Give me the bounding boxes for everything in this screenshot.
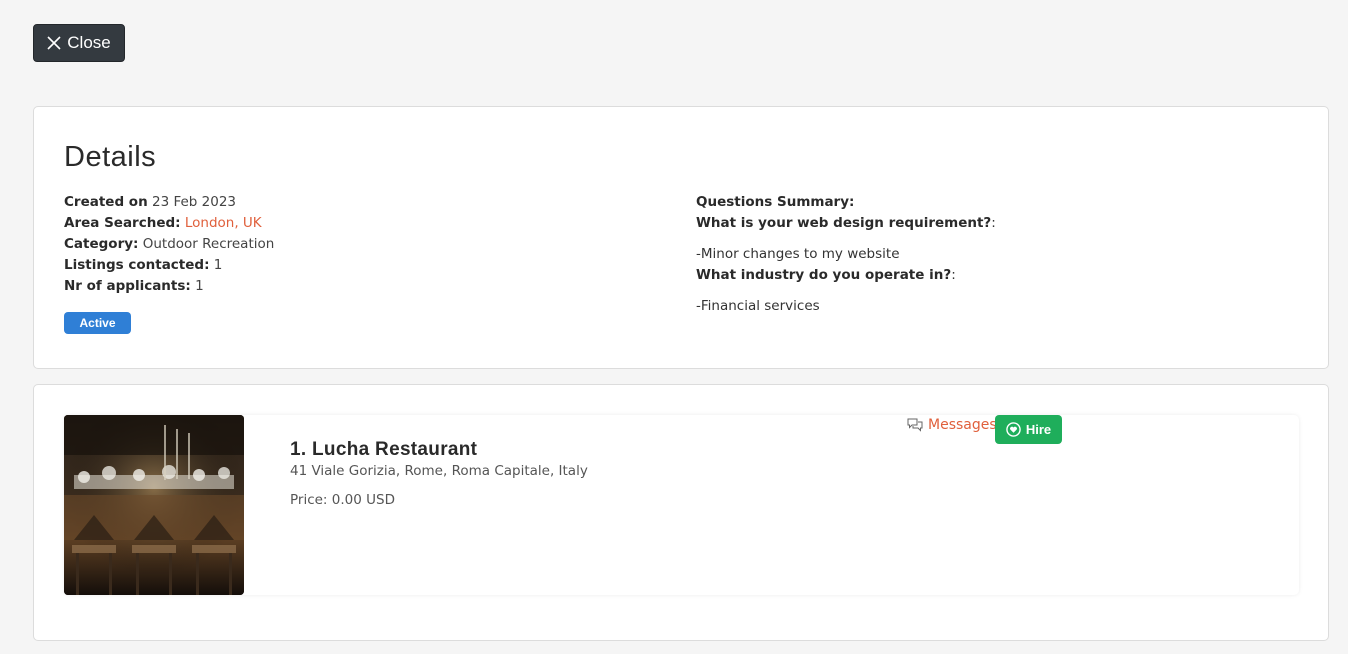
question-1-suffix: : xyxy=(991,215,996,231)
chat-icon xyxy=(907,418,923,432)
created-row: Created on 23 Feb 2023 xyxy=(64,192,274,213)
hire-button[interactable]: Hire xyxy=(995,415,1062,444)
details-card: Details Created on 23 Feb 2023 Area Sear… xyxy=(33,106,1329,369)
answer-2: -Financial services xyxy=(696,298,820,314)
details-title: Details xyxy=(64,141,157,173)
answer-1: -Minor changes to my website xyxy=(696,246,900,262)
questions-summary: Questions Summary: What is your web desi… xyxy=(696,192,996,317)
listing-name[interactable]: 1. Lucha Restaurant xyxy=(290,439,477,461)
created-label: Created on xyxy=(64,194,148,210)
question-2-suffix: : xyxy=(951,267,956,283)
listing-image[interactable] xyxy=(64,415,244,595)
listings-label: Listings contacted: xyxy=(64,257,210,273)
listing-item: 1. Lucha Restaurant 41 Viale Gorizia, Ro… xyxy=(64,415,1299,595)
close-icon xyxy=(47,36,61,50)
applicants-label: Nr of applicants: xyxy=(64,278,191,294)
messages-link[interactable]: Messages xyxy=(907,417,997,433)
listing-price: Price: 0.00 USD xyxy=(290,492,395,508)
category-value: Outdoor Recreation xyxy=(142,236,275,252)
listing-address: 41 Viale Gorizia, Rome, Roma Capitale, I… xyxy=(290,463,588,479)
messages-label: Messages xyxy=(928,417,997,433)
question-2: What industry do you operate in? xyxy=(696,267,952,283)
area-row: Area Searched: London, UK xyxy=(64,213,274,234)
category-row: Category: Outdoor Recreation xyxy=(64,234,274,255)
details-summary: Created on 23 Feb 2023 Area Searched: Lo… xyxy=(64,192,274,297)
area-value-link[interactable]: London, UK xyxy=(185,215,262,231)
hire-label: Hire xyxy=(1025,422,1052,437)
questions-title: Questions Summary: xyxy=(696,194,855,210)
applicants-row: Nr of applicants: 1 xyxy=(64,276,274,297)
listings-row: Listings contacted: 1 xyxy=(64,255,274,276)
applicants-value: 1 xyxy=(195,278,204,294)
status-badge: Active xyxy=(64,312,131,334)
category-label: Category: xyxy=(64,236,139,252)
listings-value: 1 xyxy=(213,257,223,273)
question-1: What is your web design requirement? xyxy=(696,215,992,231)
listing-card: 1. Lucha Restaurant 41 Viale Gorizia, Ro… xyxy=(33,384,1329,641)
area-label: Area Searched: xyxy=(64,215,181,231)
heart-icon xyxy=(1006,422,1021,437)
close-button-label: Close xyxy=(67,33,111,52)
close-button[interactable]: Close xyxy=(33,24,125,62)
created-value: 23 Feb 2023 xyxy=(152,194,237,210)
